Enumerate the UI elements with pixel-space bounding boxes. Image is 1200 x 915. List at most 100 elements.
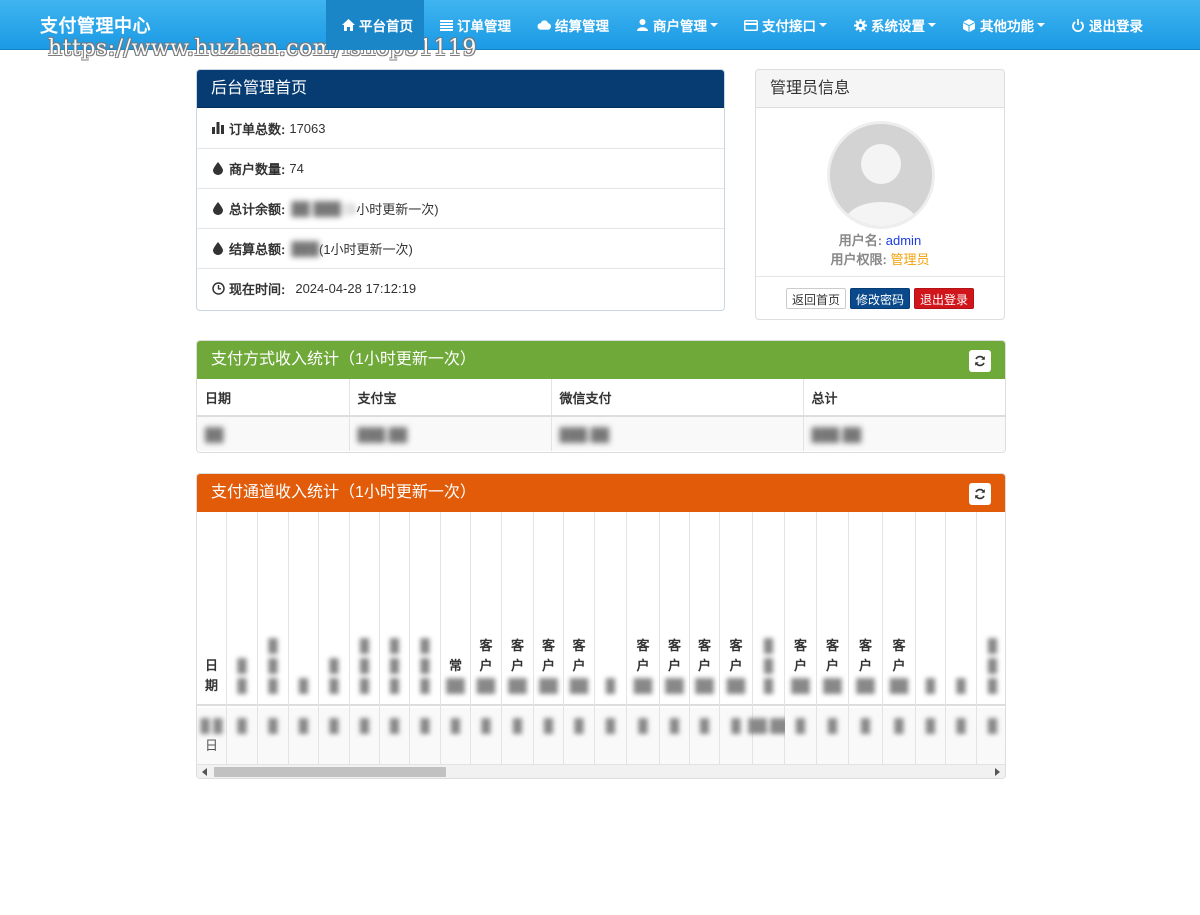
- chevron-down-icon: [928, 23, 936, 27]
- channel-column: █ █: [946, 512, 977, 764]
- nav-item-logout[interactable]: 退出登录: [1056, 0, 1154, 50]
- refresh-icon: [975, 488, 985, 500]
- column-header: 客户 ██: [720, 512, 752, 706]
- channel-stats-panel: 支付通道收入统计（1小时更新一次） 日期 █ █ 日 █ █ █ █ █ █ █ █ █ █ █ █ █ █ █ █…: [196, 473, 1006, 779]
- back-home-button[interactable]: 返回首页: [785, 288, 846, 309]
- table-cell: █: [690, 708, 719, 764]
- pay-method-stats-panel: 支付方式收入统计（1小时更新一次） 日期 支付宝 微信支付 总计 ██ ███.…: [196, 340, 1006, 453]
- channel-column: 客户 ██ █: [471, 512, 502, 764]
- username-label: 用户名:: [838, 233, 883, 248]
- nav-item-label: 退出登录: [1089, 19, 1143, 34]
- scrollbar-thumb[interactable]: [214, 767, 446, 777]
- table-cell: █: [916, 708, 945, 764]
- order-count-row: 订单总数: 17063: [197, 108, 724, 148]
- table-cell: █: [660, 708, 689, 764]
- column-header: █: [916, 512, 945, 706]
- channel-column: 客户 ██ █: [883, 512, 916, 764]
- column-header: 客户 ██: [534, 512, 563, 706]
- drop-icon: [211, 242, 225, 256]
- channel-column: █ █ █ █: [977, 512, 1005, 764]
- row-label: 现在时间:: [229, 282, 286, 297]
- table-cell: █: [977, 708, 1005, 764]
- chevron-down-icon: [1037, 23, 1045, 27]
- nav-item-pay-interface[interactable]: 支付接口: [729, 0, 838, 50]
- channel-column: █ █ █ █: [380, 512, 410, 764]
- nav-item-label: 支付接口: [762, 19, 816, 34]
- redacted-value: ███: [291, 241, 319, 256]
- channel-column: 客户 ██ █: [627, 512, 660, 764]
- column-header: █ █ █: [350, 512, 379, 706]
- channel-column: █ █ █ █: [258, 512, 289, 764]
- column-header: 客户 ██: [627, 512, 659, 706]
- scroll-left-arrow[interactable]: [197, 765, 212, 778]
- table-cell: ██.██: [748, 708, 789, 764]
- panel-title: 管理员信息: [756, 70, 1004, 108]
- nav-item-label: 结算管理: [555, 19, 609, 34]
- total-balance-row: 总计余额: ██ ███ (1 小时更新一次): [197, 188, 724, 228]
- logout-button[interactable]: 退出登录: [914, 288, 975, 309]
- panel-title: 支付通道收入统计（1小时更新一次）: [197, 474, 1005, 512]
- cloud-icon: [537, 18, 551, 32]
- channel-column: █ █ █: [319, 512, 350, 764]
- brand-title[interactable]: 支付管理中心: [40, 12, 151, 38]
- table-cell: █: [471, 708, 501, 764]
- nav-item-label: 订单管理: [457, 19, 511, 34]
- arrow-right-icon: [995, 768, 1000, 776]
- table-cell: ███.██: [349, 416, 552, 451]
- nav-item-orders[interactable]: 订单管理: [424, 0, 522, 50]
- nav-item-label: 平台首页: [359, 19, 413, 34]
- bar-chart-icon: [211, 121, 225, 135]
- nav-item-system-settings[interactable]: 系统设置: [838, 0, 947, 50]
- pay-method-table: 日期 支付宝 微信支付 总计 ██ ███.██ ███.██ ███.██: [197, 379, 1005, 451]
- row-value: 17063: [289, 120, 326, 136]
- channel-column: █ █: [289, 512, 319, 764]
- column-header: █ █ █: [258, 512, 288, 706]
- channel-column: █ █ █: [227, 512, 258, 764]
- table-cell: █: [849, 708, 882, 764]
- column-header: 客户 ██: [502, 512, 533, 706]
- channel-column: █ █ █ █: [350, 512, 380, 764]
- table-cell: █: [946, 708, 976, 764]
- row-note: (1小时更新一次): [318, 242, 413, 257]
- scroll-right-arrow[interactable]: [990, 765, 1005, 778]
- channel-column: 客户 ██ █: [502, 512, 534, 764]
- panel-title: 后台管理首页: [197, 70, 724, 108]
- column-header: █ █: [227, 512, 257, 706]
- table-cell: █: [258, 708, 288, 764]
- channel-column: 常 ██ █: [441, 512, 471, 764]
- username-value: admin: [885, 233, 922, 248]
- date-column: 日期 █ █ 日: [197, 512, 227, 764]
- row-label: 商户数量:: [229, 162, 286, 177]
- column-header: █: [946, 512, 976, 706]
- redacted-value: ██ ███ (1: [291, 201, 357, 216]
- column-header: 客户 ██: [849, 512, 882, 706]
- channel-table: 日期 █ █ 日 █ █ █ █ █ █ █ █ █ █ █ █ █ █ █ █ █ █ █ █ █ █ █ █ 常 ██ █ 客户 ██ █ 客…: [197, 512, 1005, 764]
- refresh-button[interactable]: [969, 483, 991, 505]
- table-cell: █: [227, 708, 257, 764]
- nav-item-other-functions[interactable]: 其他功能: [947, 0, 1056, 50]
- redacted-value: ███.██: [811, 426, 862, 442]
- refresh-button[interactable]: [969, 350, 991, 372]
- power-icon: [1071, 18, 1085, 32]
- table-cell: █: [380, 708, 409, 764]
- table-cell: █: [350, 708, 379, 764]
- nav-item-merchants[interactable]: 商户管理: [620, 0, 729, 50]
- row-label: 订单总数:: [229, 121, 286, 137]
- gear-icon: [853, 18, 867, 32]
- channel-column: █ █: [595, 512, 627, 764]
- main-nav: 平台首页 订单管理 结算管理 商户管理 支付接口 系统设置 其他功能 退出登录: [326, 0, 1154, 50]
- redacted-value: ███.██: [357, 426, 408, 442]
- chevron-down-icon: [710, 23, 718, 27]
- table-row: ██ ███.██ ███.██ ███.██: [197, 416, 1005, 451]
- nav-item-settlement[interactable]: 结算管理: [522, 0, 620, 50]
- column-header: █ █ █: [380, 512, 409, 706]
- channel-column: █ █ █ ██.██: [748, 512, 789, 764]
- change-password-button[interactable]: 修改密码: [849, 288, 910, 309]
- nav-item-home[interactable]: 平台首页: [326, 0, 424, 50]
- horizontal-scrollbar[interactable]: [197, 764, 1005, 778]
- column-header: 支付宝: [349, 379, 552, 417]
- settlement-total-row: 结算总额: ███ (1小时更新一次): [197, 228, 724, 268]
- channel-column: 客户 ██ █: [690, 512, 720, 764]
- table-cell: ███.██: [551, 416, 804, 451]
- nav-item-label: 系统设置: [871, 19, 925, 34]
